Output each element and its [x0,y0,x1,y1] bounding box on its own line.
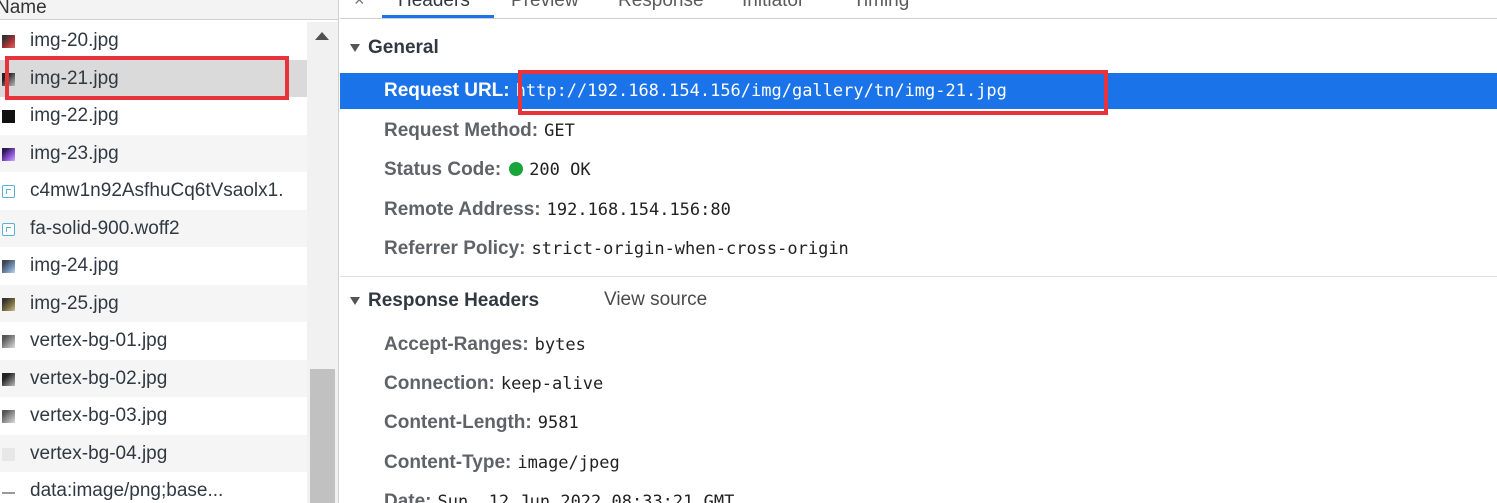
request-url-label: Request URL: [384,80,510,101]
request-name: img-23.jpg [30,142,119,164]
section-divider [340,276,1497,277]
image-icon [2,447,15,461]
list-header: Name [0,0,338,20]
request-row-img-24[interactable]: img-24.jpg [0,247,307,285]
image-icon [2,410,15,423]
request-method-row[interactable]: Request Method: GET [384,119,575,143]
list-scrollbar[interactable] [307,22,338,503]
request-name: img-25.jpg [30,292,119,314]
request-name: vertex-bg-04.jpg [30,442,168,464]
connection-value[interactable]: keep-alive [501,374,603,394]
request-row-img-22[interactable]: img-22.jpg [0,97,307,135]
accept-ranges-row[interactable]: Accept-Ranges: bytes [384,333,586,357]
scrollbar-thumb[interactable] [310,369,335,503]
date-value[interactable]: Sun, 12 Jun 2022 08:33:21 GMT [438,492,735,503]
content-length-label: Content-Length: [384,412,532,433]
request-url-value[interactable]: http://192.168.154.156/img/gallery/tn/im… [516,81,1007,101]
connection-row[interactable]: Connection: keep-alive [384,372,603,396]
request-row-vertex-bg-03[interactable]: vertex-bg-03.jpg [0,397,307,435]
accept-ranges-label: Accept-Ranges: [384,334,529,355]
content-length-value[interactable]: 9581 [538,413,579,433]
status-code-row[interactable]: Status Code: 200 OK [384,158,591,182]
general-section-title[interactable]: General [368,37,439,59]
content-type-row[interactable]: Content-Type: image/jpeg [384,451,620,475]
referrer-policy-row[interactable]: Referrer Policy: strict-origin-when-cross… [384,237,849,261]
collapse-arrow-icon[interactable] [350,297,360,305]
request-row-img-21[interactable]: img-21.jpg [0,59,307,97]
image-icon [2,297,15,311]
request-row-fa-solid[interactable]: fa-solid-900.woff2 [0,209,307,247]
request-row-vertex-bg-01[interactable]: vertex-bg-01.jpg [0,322,307,360]
request-row-data-uri[interactable]: data:image/png;base... [0,472,307,503]
request-method-label: Request Method: [384,120,539,141]
request-row-img-23[interactable]: img-23.jpg [0,134,307,172]
image-icon [2,335,15,348]
image-icon [2,147,15,161]
request-name: c4mw1n92AsfhuCq6tVsaolx1. [30,180,284,201]
date-row[interactable]: Date: Sun, 12 Jun 2022 08:33:21 GMT [384,490,734,503]
accept-ranges-value[interactable]: bytes [535,335,586,355]
request-row-font-c4mw[interactable]: c4mw1n92AsfhuCq6tVsaolx1. [0,172,307,210]
content-type-label: Content-Type: [384,452,512,473]
request-name: fa-solid-900.woff2 [30,217,180,239]
image-icon [2,72,15,86]
remote-address-value[interactable]: 192.168.154.156:80 [547,200,731,220]
request-name: data:image/png;base... [30,480,224,501]
tab-headers[interactable]: Headers [398,0,470,12]
remote-address-label: Remote Address: [384,199,541,220]
content-type-value[interactable]: image/jpeg [517,453,619,473]
request-url-row[interactable]: Request URL: http://192.168.154.156/img/g… [340,73,1497,109]
tab-preview[interactable]: Preview [511,0,579,12]
collapse-arrow-icon[interactable] [350,44,360,52]
referrer-policy-value[interactable]: strict-origin-when-cross-origin [532,239,849,259]
request-name: img-24.jpg [30,255,119,276]
request-row-img-20[interactable]: img-20.jpg [0,22,307,60]
status-ok-icon [509,162,524,176]
referrer-policy-label: Referrer Policy: [384,238,526,259]
tab-timing[interactable]: Timing [853,0,909,12]
details-tabs-bar: × Headers Preview Response Initiator Tim… [340,0,1497,19]
request-name: img-20.jpg [30,30,119,51]
scroll-up-arrow-icon[interactable] [315,32,329,40]
status-code-label: Status Code: [384,159,502,180]
status-code-value[interactable]: 200 OK [529,160,590,180]
image-icon [2,35,15,48]
name-column-header[interactable]: Name [0,0,47,19]
request-row-vertex-bg-04[interactable]: vertex-bg-04.jpg [0,434,307,472]
image-icon [2,260,15,273]
tab-initiator[interactable]: Initiator [742,0,804,12]
request-method-value[interactable]: GET [544,121,575,141]
view-source-link[interactable]: View source [604,289,707,311]
request-name: vertex-bg-03.jpg [30,405,168,426]
request-details-pane: × Headers Preview Response Initiator Tim… [340,0,1497,503]
image-icon [2,110,15,123]
response-headers-section-title[interactable]: Response Headers [368,290,539,312]
remote-address-row[interactable]: Remote Address: 192.168.154.156:80 [384,198,731,222]
date-label: Date: [384,491,432,503]
connection-label: Connection: [384,373,495,394]
request-name: img-21.jpg [30,67,119,89]
content-length-row[interactable]: Content-Length: 9581 [384,411,579,435]
request-list-pane: Name img-20.jpg img-21.jpg img-22.jpg im… [0,0,339,503]
request-name: vertex-bg-01.jpg [30,330,168,351]
request-name: img-22.jpg [30,105,119,126]
close-icon[interactable]: × [354,0,365,11]
request-name: vertex-bg-02.jpg [30,367,168,389]
font-file-icon [2,222,15,236]
data-uri-icon [2,492,15,494]
request-row-img-25[interactable]: img-25.jpg [0,284,307,322]
active-tab-indicator [382,15,494,18]
tab-response[interactable]: Response [618,0,704,12]
request-row-vertex-bg-02[interactable]: vertex-bg-02.jpg [0,359,307,397]
image-icon [2,372,15,386]
font-file-icon [2,185,15,198]
request-list: img-20.jpg img-21.jpg img-22.jpg img-23.… [0,22,307,503]
